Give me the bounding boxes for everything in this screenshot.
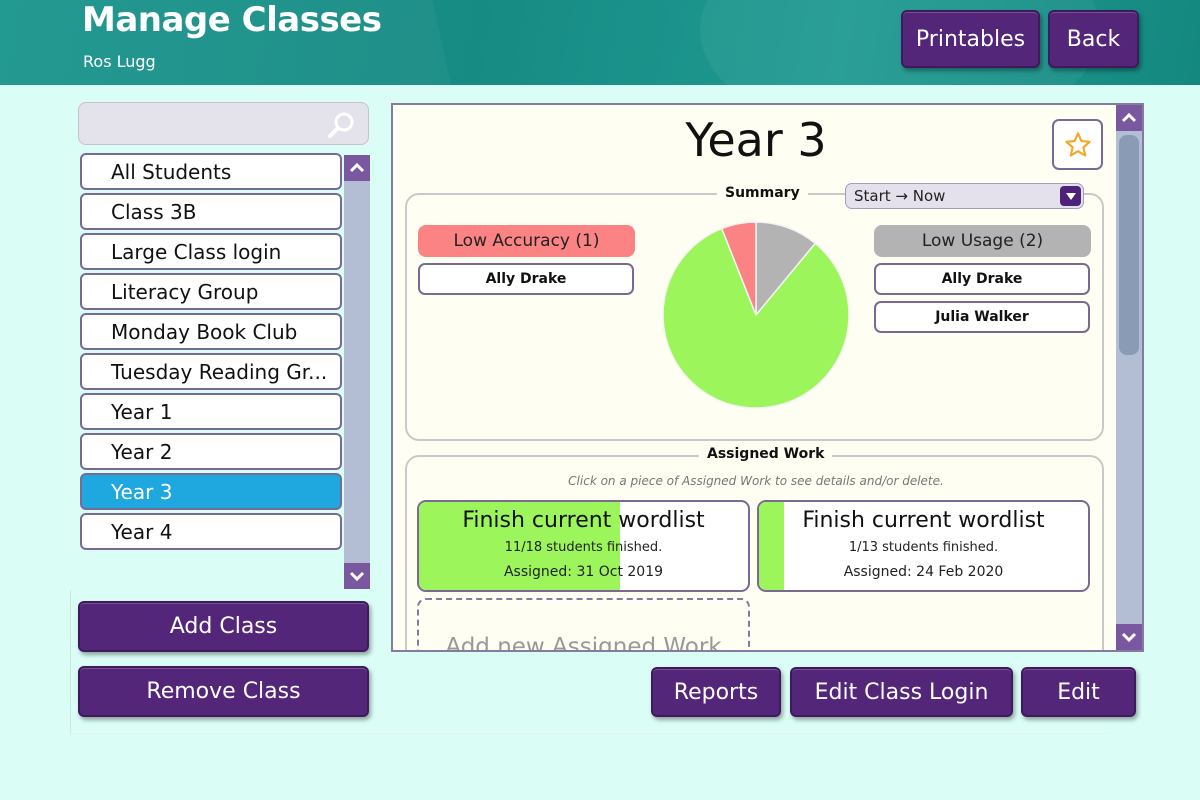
low-accuracy-header: Low Accuracy (1) [418,225,635,257]
class-list-item[interactable]: Tuesday Reading Gr... [80,353,342,390]
main-scroll-down-button[interactable] [1116,624,1142,650]
class-search-input[interactable] [78,102,369,145]
add-class-button[interactable]: Add Class [78,601,369,652]
divider [70,590,71,735]
assigned-work-card[interactable]: Finish current wordlist 11/18 students fi… [417,500,750,592]
work-date: Assigned: 24 Feb 2020 [843,564,1004,580]
summary-label: Summary [717,185,808,201]
divider [70,733,1110,734]
scroll-down-button[interactable] [344,563,370,589]
printables-button[interactable]: Printables [901,10,1040,68]
work-title: Finish current wordlist [462,508,705,533]
class-list-item[interactable]: Year 1 [80,393,342,430]
chevron-up-icon [349,163,365,173]
class-list-item[interactable]: Year 4 [80,513,342,550]
class-list-item[interactable]: Large Class login [80,233,342,270]
chevron-up-icon [1121,113,1137,123]
student-chip[interactable]: Ally Drake [874,263,1090,295]
student-chip[interactable]: Julia Walker [874,301,1090,333]
chevron-down-icon [349,571,365,581]
main-scrollbar[interactable] [1116,105,1142,650]
assigned-work-hint: Click on a piece of Assigned Work to see… [568,474,944,488]
favorite-button[interactable] [1052,119,1103,170]
work-date: Assigned: 31 Oct 2019 [503,564,664,580]
student-chip[interactable]: Ally Drake [418,263,634,295]
dropdown-arrow[interactable] [1060,186,1081,206]
assigned-work-card[interactable]: Finish current wordlist 1/13 students fin… [757,500,1090,592]
user-name: Ros Lugg [83,52,156,71]
edit-button[interactable]: Edit [1021,667,1136,717]
work-progress-text: 11/18 students finished. [504,540,663,555]
date-range-value: Start → Now [854,187,946,205]
page-title: Manage Classes [82,0,382,40]
date-range-select[interactable]: Start → Now [845,183,1084,209]
remove-class-button[interactable]: Remove Class [78,666,369,717]
add-assigned-work-button[interactable]: Add new Assigned Work [417,598,750,652]
add-assigned-work-label: Add new Assigned Work [445,634,722,652]
class-list-item[interactable]: Literacy Group [80,273,342,310]
assigned-work-label: Assigned Work [699,446,833,462]
low-usage-header: Low Usage (2) [874,225,1091,257]
caret-down-icon [1065,192,1076,200]
chevron-down-icon [1121,632,1137,642]
star-icon [1064,131,1091,157]
main-scroll-up-button[interactable] [1116,105,1142,131]
class-list-item[interactable]: Class 3B [80,193,342,230]
class-list-scrollbar[interactable] [344,155,370,589]
class-list-item[interactable]: Monday Book Club [80,313,342,350]
work-progress-text: 1/13 students finished. [848,540,999,555]
reports-button[interactable]: Reports [651,667,781,717]
edit-class-login-button[interactable]: Edit Class Login [790,667,1013,717]
class-list-item[interactable]: Year 3 [80,473,342,510]
search-icon[interactable] [326,110,356,140]
work-title: Finish current wordlist [802,508,1045,533]
summary-pie-chart [662,221,850,409]
class-list-item[interactable]: All Students [80,153,342,190]
main-scroll-thumb[interactable] [1119,135,1139,355]
back-button[interactable]: Back [1048,10,1139,68]
scroll-up-button[interactable] [344,155,370,181]
class-detail-panel: Year 3 Summary Start → Now Low Accuracy … [391,103,1144,652]
class-list-item[interactable]: Year 2 [80,433,342,470]
class-title: Year 3 [685,113,827,167]
